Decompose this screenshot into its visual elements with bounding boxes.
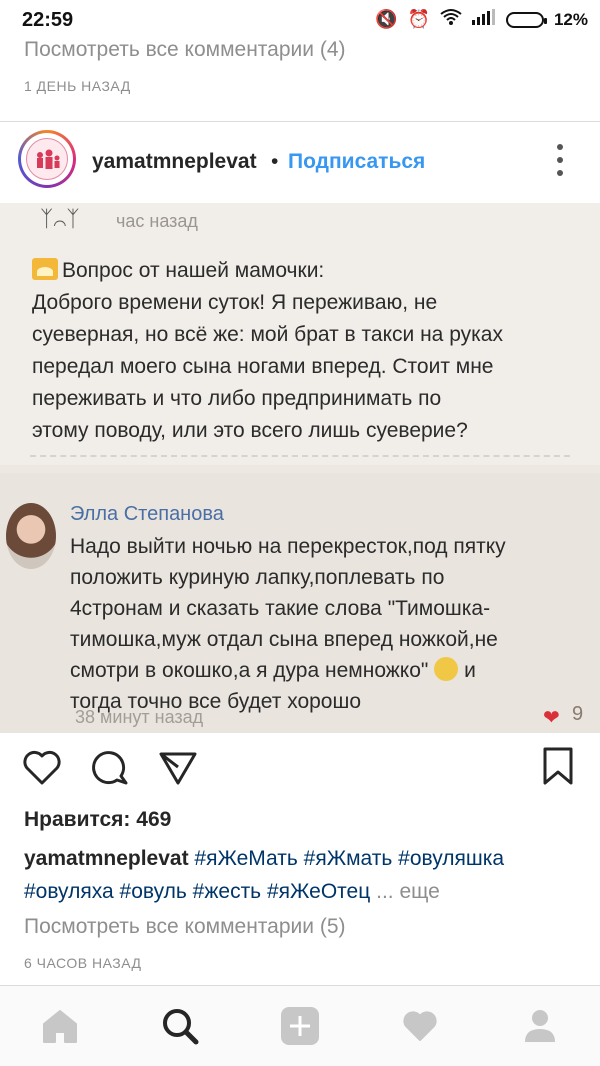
prev-view-comments-link[interactable]: Посмотреть все комментарии (4) [24, 38, 346, 62]
question-card: ᛉ⌒ᛉ час назад Вопрос от нашей мамочки: Д… [0, 203, 600, 465]
post-photo[interactable]: ᛉ⌒ᛉ час назад Вопрос от нашей мамочки: Д… [0, 203, 600, 733]
hashtag-link[interactable]: #яЖмать [304, 847, 393, 870]
more-options-icon[interactable] [553, 144, 567, 178]
signal-icon [471, 9, 496, 30]
reply-line: 4стронам и сказать такие слова "Тимошка- [70, 597, 491, 620]
reply-heart-icon: ❤ [543, 707, 560, 729]
share-icon[interactable] [156, 745, 204, 793]
reply-card: Элла Степанова Надо выйти ночью на перек… [0, 473, 600, 733]
status-icons: 🔇 ⏰ 12% [375, 8, 588, 31]
question-time: час назад [116, 211, 198, 231]
caption-username[interactable]: yamatmneplevat [24, 847, 189, 870]
reply-likes: 9 [572, 703, 584, 725]
hashtag-link[interactable]: #овуляшка [398, 847, 504, 870]
profile-icon[interactable] [518, 1004, 562, 1048]
view-comments-link[interactable]: Посмотреть все комментарии (5) [24, 915, 346, 939]
facepalm-emoji-icon [434, 657, 459, 681]
question-line: этому поводу, или это всего лишь суевери… [32, 419, 468, 442]
reply-line: и [464, 659, 476, 682]
heart-icon[interactable] [20, 745, 68, 793]
add-icon[interactable] [278, 1004, 322, 1048]
question-line: суеверная, но всё же: мой брат в такси н… [32, 323, 503, 346]
prev-time-ago: 1 ДЕНЬ НАЗАД [24, 78, 131, 94]
reply-time: 38 минут назад [75, 707, 204, 727]
avatar[interactable] [18, 130, 76, 188]
family-logo-icon [26, 138, 68, 180]
dashed-divider [30, 455, 570, 467]
status-bar: 22:59 🔇 ⏰ 12% [0, 0, 600, 40]
picture-emoji-icon [32, 258, 58, 280]
home-icon[interactable] [38, 1004, 82, 1048]
battery-percent: 12% [553, 9, 588, 29]
hashtag-link[interactable]: #жесть [193, 880, 261, 903]
bottom-tab-bar [0, 985, 600, 1066]
hashtag-link[interactable]: #овуль [120, 880, 187, 903]
caption-more-link[interactable]: ... еще [376, 880, 440, 903]
question-line: переживать и что либо предпринимать по [32, 387, 442, 410]
reply-avatar [6, 503, 56, 569]
reply-line: тимошка,муж отдал сына вперед ножкой,не [70, 628, 498, 651]
reply-text: Надо выйти ночью на перекресток,под пятк… [70, 531, 585, 717]
reply-author: Элла Степанова [70, 503, 224, 525]
reply-line: положить куриную лапку,поплевать по [70, 566, 445, 589]
post-header: yamatmneplevat • Подписаться [0, 122, 600, 202]
bookmark-icon[interactable] [536, 745, 584, 793]
header-separator: • [271, 150, 279, 173]
battery-icon [505, 11, 547, 28]
hashtag-link[interactable]: #яЖеОтец [267, 880, 370, 903]
wifi-icon [440, 8, 462, 31]
question-line: Доброго времени суток! Я переживаю, не [32, 291, 438, 314]
reply-line: Надо выйти ночью на перекресток,под пятк… [70, 535, 506, 558]
hashtag-link[interactable]: #яЖеМать [194, 847, 297, 870]
reply-line: смотри в окошко,а я дура немножко" [70, 659, 429, 682]
question-text: Вопрос от нашей мамочки: Доброго времени… [32, 255, 582, 447]
search-icon[interactable] [158, 1004, 202, 1048]
comment-icon[interactable] [88, 745, 136, 793]
activity-icon[interactable] [398, 1004, 442, 1048]
mute-icon: 🔇 [375, 9, 398, 29]
post-caption: yamatmneplevat #яЖеМать #яЖмать #овуляшк… [24, 842, 584, 908]
post-actions [0, 745, 600, 801]
question-title: Вопрос от нашей мамочки: [62, 259, 325, 282]
post-username[interactable]: yamatmneplevat [92, 150, 257, 174]
hashtag-link[interactable]: #овуляха [24, 880, 114, 903]
question-line: передал моего сына ногами вперед. Стоит … [32, 355, 494, 378]
status-time: 22:59 [22, 9, 74, 31]
sketch-doodle-icon: ᛉ⌒ᛉ [40, 207, 80, 232]
post-time-ago: 6 ЧАСОВ НАЗАД [24, 955, 142, 971]
alarm-icon: ⏰ [407, 9, 430, 29]
follow-button[interactable]: Подписаться [288, 150, 425, 174]
likes-count[interactable]: Нравится: 469 [24, 808, 171, 832]
